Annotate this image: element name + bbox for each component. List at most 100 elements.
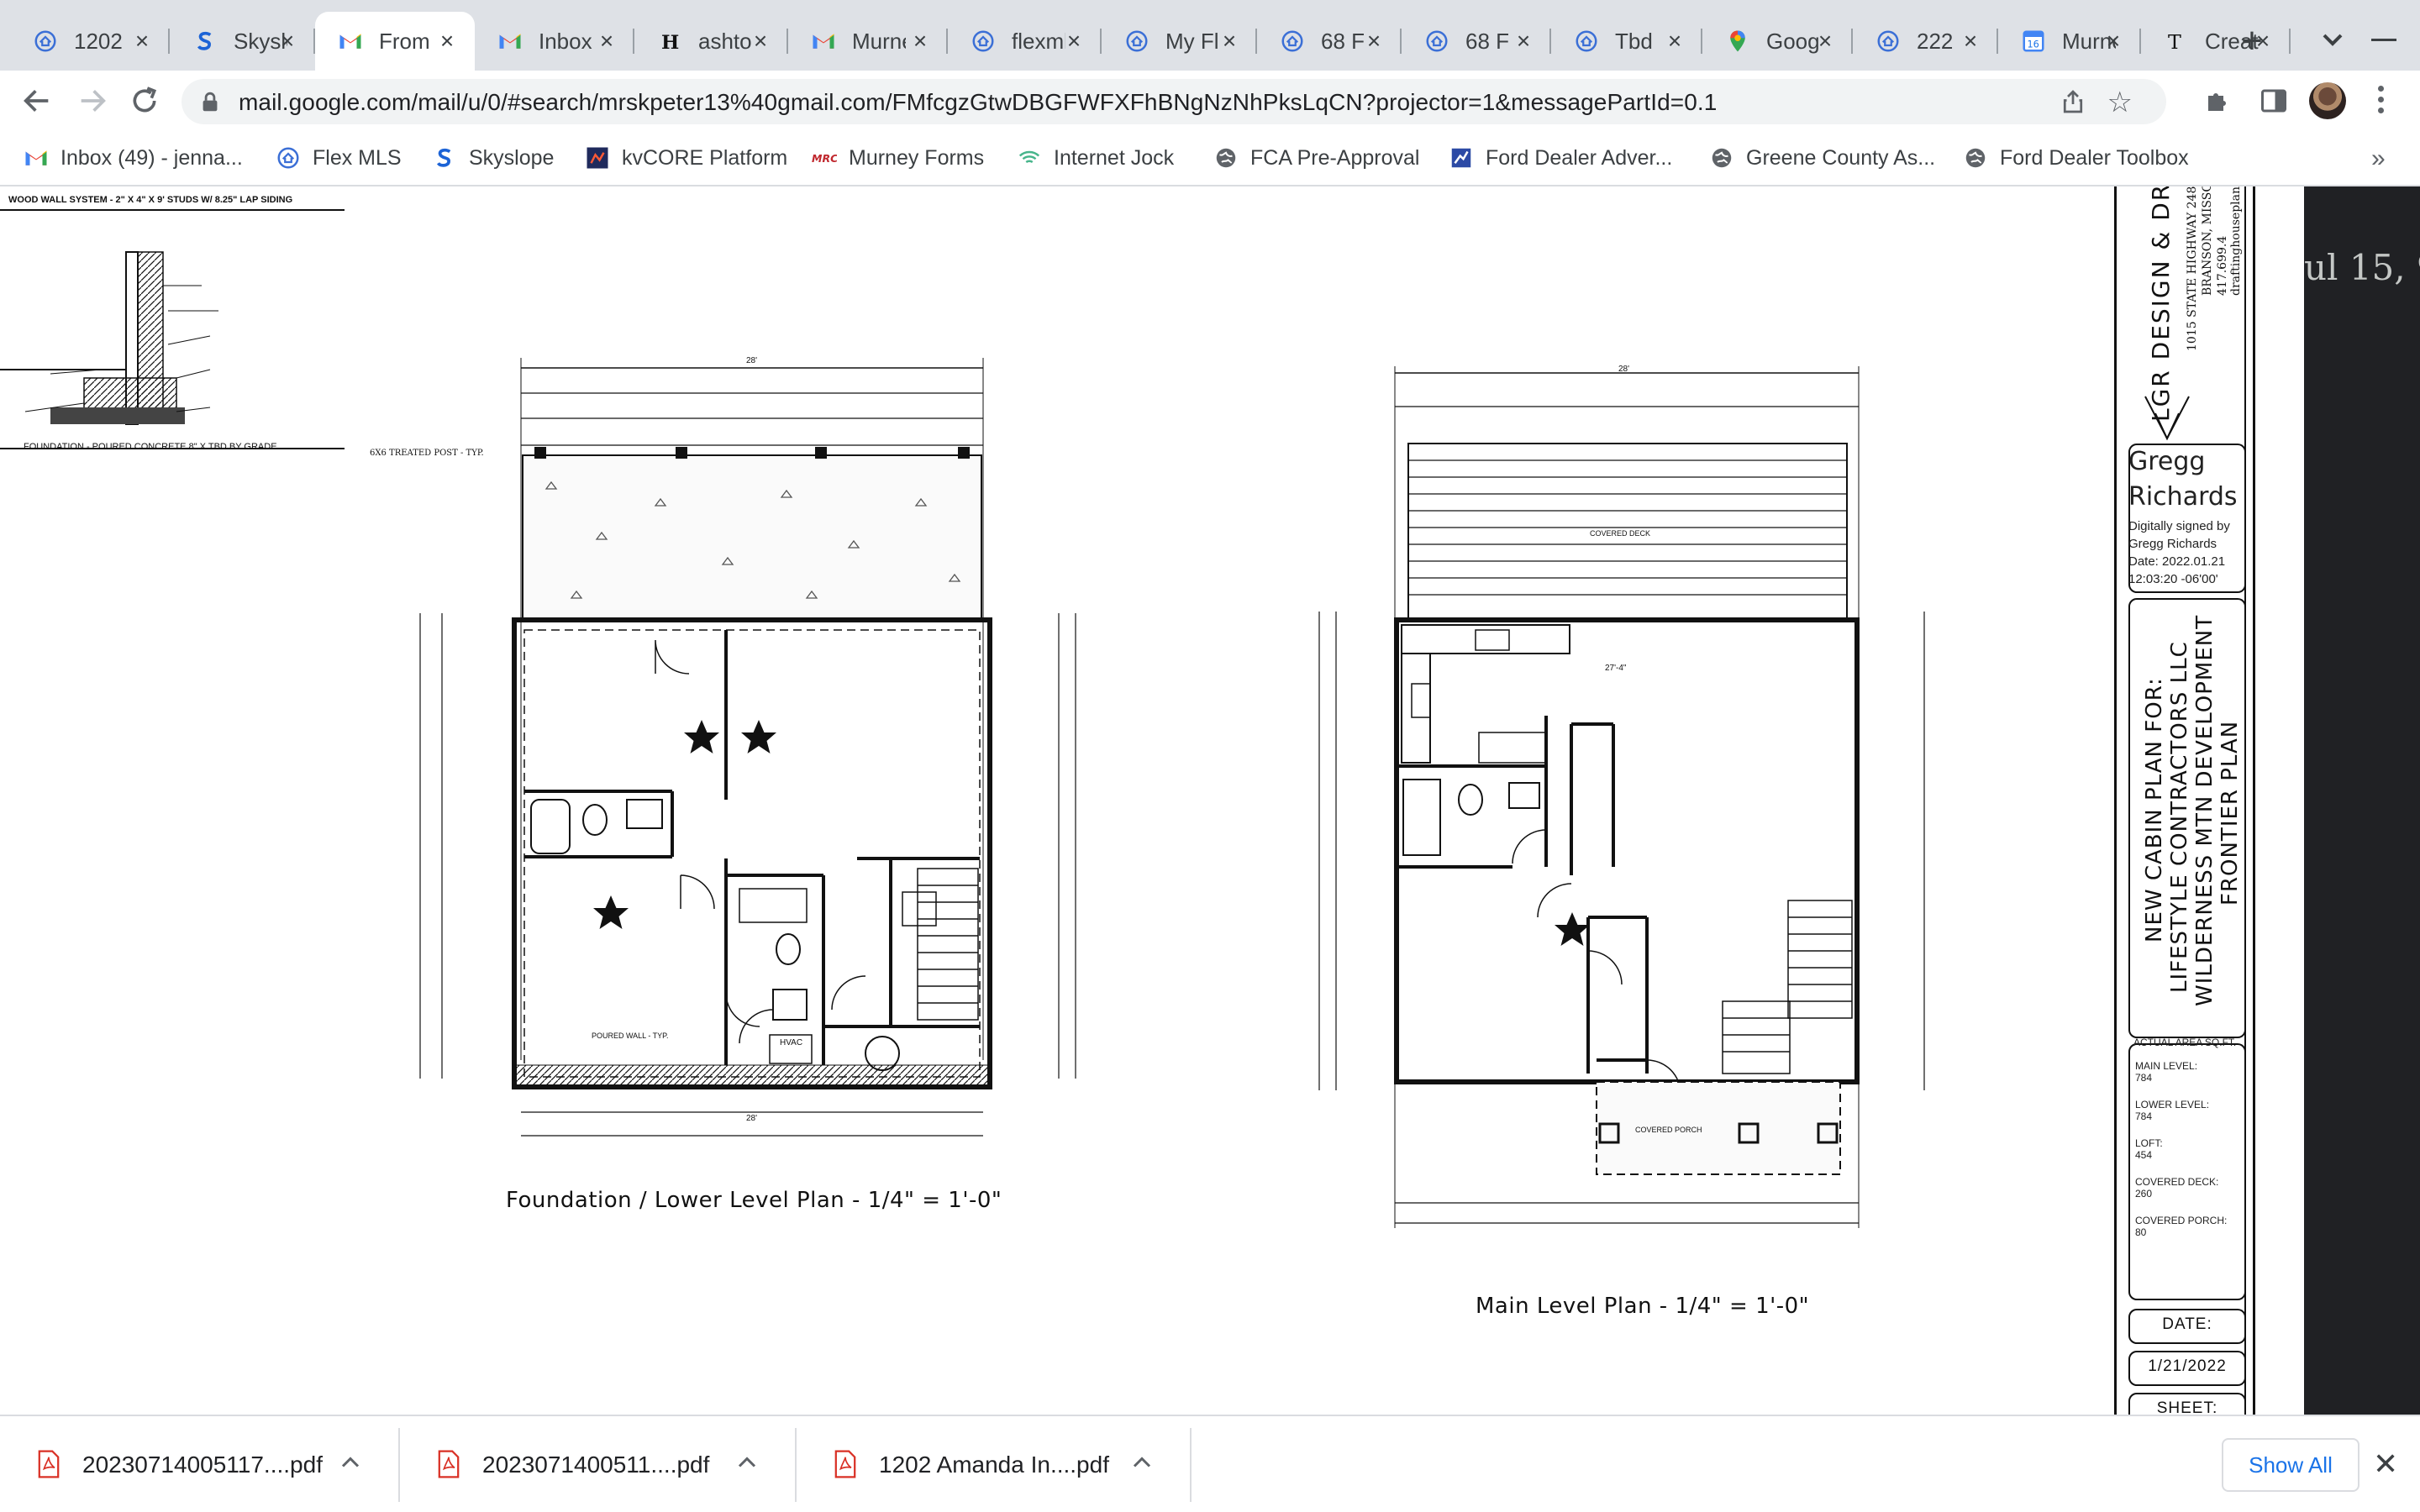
ford-ad-icon	[1449, 145, 1474, 171]
area-value: 784	[2135, 1072, 2153, 1084]
download-item[interactable]: 1202 Amanda In....pdf	[797, 1416, 1192, 1512]
bookmark-item[interactable]: FCA Pre-Approval	[1213, 143, 1419, 173]
maps-pin-icon	[1724, 28, 1751, 55]
tab-title: Tbd	[1615, 28, 1653, 54]
gmail-icon	[810, 28, 837, 55]
show-all-button[interactable]: Show All	[2222, 1438, 2360, 1492]
address-bar[interactable]: mail.google.com/mail/u/0/#search/mrskpet…	[182, 79, 2166, 124]
lower-plan-post-note: 6X6 TREATED POST - TYP.	[370, 449, 484, 458]
close-tab-icon[interactable]: ×	[434, 29, 460, 54]
browser-tab[interactable]: 68 F ×	[1402, 12, 1551, 71]
browser-tab[interactable]: Hashton×	[634, 12, 788, 71]
lock-icon[interactable]	[198, 90, 222, 113]
tab-title: My Flex	[1165, 28, 1219, 54]
project-line-1: NEW CABIN PLAN FOR:	[2142, 677, 2167, 942]
bookmark-star-icon[interactable]: ☆	[2107, 86, 2133, 119]
houzz-icon: H	[656, 28, 683, 55]
close-tab-icon[interactable]: ×	[1217, 29, 1242, 54]
back-arrow-icon[interactable]	[20, 84, 54, 118]
bookmark-item[interactable]: Skyslope	[432, 143, 554, 173]
area-label: MAIN LEVEL:	[2135, 1060, 2198, 1072]
browser-tab[interactable]: 1202 ×	[10, 12, 170, 71]
area-value: 784	[2135, 1110, 2153, 1122]
wall-detail-title: WOOD WALL SYSTEM - 2" X 4" X 9' STUDS W/…	[8, 195, 293, 205]
new-tab-button[interactable]: +	[2231, 22, 2273, 64]
download-item[interactable]: 2023071400511....pdf	[400, 1416, 797, 1512]
signature-line-3: Date: 2022.01.21	[2128, 554, 2226, 569]
next-page-preview: ul 15, 9	[2304, 186, 2420, 1415]
browser-menu-icon[interactable]	[2376, 86, 2385, 116]
nytimes-icon: T	[2163, 28, 2190, 55]
bookmark-item[interactable]: Flex MLS	[276, 143, 402, 173]
reload-icon[interactable]	[128, 84, 161, 118]
close-tab-icon[interactable]: ×	[1812, 29, 1838, 54]
project-line-2: LIFESTYLE CONTRACTORS LLC	[2167, 641, 2192, 993]
browser-tab[interactable]: 68 F ×	[1257, 12, 1402, 71]
close-tab-icon[interactable]: ×	[594, 29, 619, 54]
chevron-up-icon[interactable]	[1129, 1450, 1155, 1475]
share-icon[interactable]	[2060, 89, 2086, 114]
signer-last-name: Richards	[2128, 482, 2238, 512]
close-downloads-icon[interactable]: ✕	[2373, 1446, 2398, 1482]
browser-tab[interactable]: Skyslope×	[170, 12, 315, 71]
close-tab-icon[interactable]: ×	[275, 29, 300, 54]
close-tab-icon[interactable]: ×	[2101, 29, 2126, 54]
browser-tab[interactable]: 16Murney×	[1998, 12, 2141, 71]
bookmark-item[interactable]: Greene County As...	[1709, 143, 1935, 173]
close-tab-icon[interactable]: ×	[1958, 29, 1983, 54]
close-tab-icon[interactable]: ×	[129, 29, 155, 54]
browser-tab[interactable]: 222 ×	[1853, 12, 1998, 71]
chevron-up-icon[interactable]	[338, 1450, 363, 1475]
bookmark-item[interactable]: Inbox (49) - jenna...	[24, 143, 243, 173]
bookmark-item[interactable]: Ford Dealer Adver...	[1449, 143, 1672, 173]
skyslope-icon	[432, 145, 457, 171]
area-value: 260	[2135, 1188, 2153, 1200]
url-domain: mail.google.com	[239, 89, 412, 115]
bookmarks-overflow-button[interactable]: »	[2371, 144, 2386, 173]
skyslope-icon	[192, 28, 218, 55]
profile-avatar[interactable]	[2309, 82, 2346, 119]
extensions-puzzle-icon[interactable]	[2203, 86, 2233, 116]
browser-tab[interactable]: Tbd ×	[1551, 12, 1702, 71]
tab-title: Inbox	[539, 28, 592, 54]
tab-search-icon[interactable]	[2316, 24, 2349, 57]
browser-tab[interactable]: flexmls×	[948, 12, 1102, 71]
close-tab-icon[interactable]: ×	[1361, 29, 1386, 54]
browser-tab[interactable]: My Flex×	[1102, 12, 1257, 71]
browser-tab[interactable]: Murney×	[788, 12, 948, 71]
close-tab-icon[interactable]: ×	[908, 29, 933, 54]
area-value: 80	[2135, 1226, 2147, 1238]
bookmark-label: kvCORE Platform	[622, 145, 788, 170]
close-tab-icon[interactable]: ×	[1061, 29, 1086, 54]
project-line-4: FRONTIER PLAN	[2217, 720, 2243, 906]
side-panel-icon[interactable]	[2259, 86, 2289, 116]
pdf-viewer: WOOD WALL SYSTEM - 2" X 4" X 9' STUDS W/…	[0, 186, 2420, 1415]
bookmark-item[interactable]: kvCORE Platform	[585, 143, 787, 173]
browser-tab[interactable]: From ×	[315, 12, 475, 71]
url-path: /mail/u/0/#search/mrskpeter13%40gmail.co…	[411, 89, 1718, 115]
signature-line-2: Gregg Richards	[2128, 537, 2217, 551]
close-tab-icon[interactable]: ×	[748, 29, 773, 54]
chevron-up-icon[interactable]	[734, 1450, 760, 1475]
firm-logo-arrow	[2144, 396, 2190, 441]
bookmark-item[interactable]: Ford Dealer Toolbox	[1963, 143, 2189, 173]
pdf-file-icon	[438, 1450, 460, 1478]
browser-tab[interactable]: Inbox ×	[475, 12, 634, 71]
bookmark-label: Greene County As...	[1746, 145, 1936, 170]
area-label: COVERED DECK:	[2135, 1176, 2219, 1188]
real-estate-icon	[1423, 28, 1450, 55]
download-item[interactable]: 20230714005117....pdf	[0, 1416, 400, 1512]
url-text[interactable]: mail.google.com/mail/u/0/#search/mrskpet…	[239, 89, 1717, 116]
forward-arrow-icon[interactable]	[76, 84, 109, 118]
area-label: COVERED PORCH:	[2135, 1215, 2228, 1226]
browser-tab[interactable]: Google×	[1702, 12, 1853, 71]
minimize-icon[interactable]	[2371, 39, 2396, 41]
close-tab-icon[interactable]: ×	[1662, 29, 1687, 54]
firm-address-1: 1015 STATE HIGHWAY 248	[2186, 186, 2199, 351]
bookmark-item[interactable]: MRC Murney Forms	[812, 143, 984, 173]
bookmark-label: Skyslope	[469, 145, 555, 170]
bookmark-item[interactable]: Internet Jock	[1017, 143, 1174, 173]
globe-icon	[1709, 145, 1734, 171]
date-value: 1/21/2022	[2148, 1357, 2227, 1375]
close-tab-icon[interactable]: ×	[1511, 29, 1536, 54]
